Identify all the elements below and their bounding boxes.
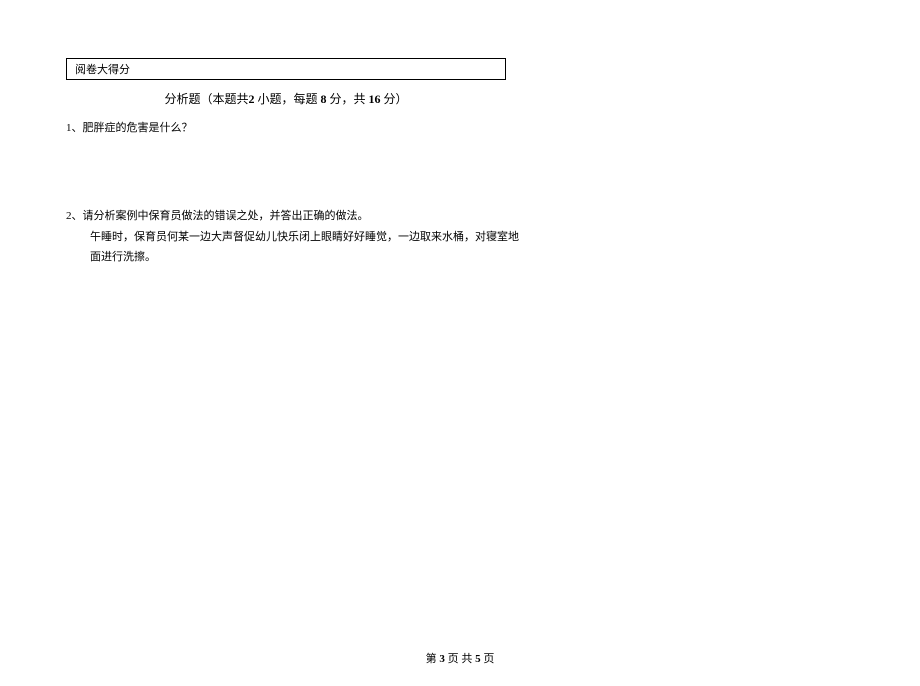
page-mid: 页 共 bbox=[445, 653, 475, 665]
q2-text: 请分析案例中保育员做法的错误之处，并答出正确的做法。 bbox=[83, 210, 369, 222]
q2-header: 2、请分析案例中保育员做法的错误之处，并答出正确的做法。 bbox=[66, 207, 854, 227]
section-title: 分析题（本题共2 小题，每题 8 分，共 16 分） bbox=[66, 90, 506, 107]
q2-body: 午睡时，保育员何某一边大声督促幼儿快乐闭上眼睛好好睡觉，一边取来水桶，对寝室地 … bbox=[66, 227, 854, 269]
page-suffix: 页 bbox=[481, 653, 495, 665]
title-mid1: 小题，每题 bbox=[254, 92, 320, 106]
total-score: 16 bbox=[369, 92, 381, 106]
page-container: 阅卷大得分 分析题（本题共2 小题，每题 8 分，共 16 分） 1、肥胖症的危… bbox=[0, 0, 920, 268]
title-mid2: 分，共 bbox=[327, 92, 369, 106]
title-prefix: 分析题（本题共 bbox=[164, 92, 248, 106]
q2-body-line2: 面进行洗擦。 bbox=[90, 247, 854, 268]
q1-text: 肥胖症的危害是什么？ bbox=[83, 122, 193, 134]
q2-body-line1: 午睡时，保育员何某一边大声督促幼儿快乐闭上眼睛好好睡觉，一边取来水桶，对寝室地 bbox=[90, 227, 854, 248]
page-prefix: 第 bbox=[426, 653, 440, 665]
score-label: 阅卷大得分 bbox=[75, 64, 130, 76]
page-footer: 第 3 页 共 5 页 bbox=[0, 650, 920, 666]
question-2: 2、请分析案例中保育员做法的错误之处，并答出正确的做法。 午睡时，保育员何某一边… bbox=[66, 207, 854, 269]
title-suffix: 分） bbox=[381, 92, 408, 106]
score-box: 阅卷大得分 bbox=[66, 58, 506, 80]
q2-number: 2、 bbox=[66, 210, 83, 222]
q1-number: 1、 bbox=[66, 122, 83, 134]
question-1: 1、肥胖症的危害是什么？ bbox=[66, 119, 854, 139]
